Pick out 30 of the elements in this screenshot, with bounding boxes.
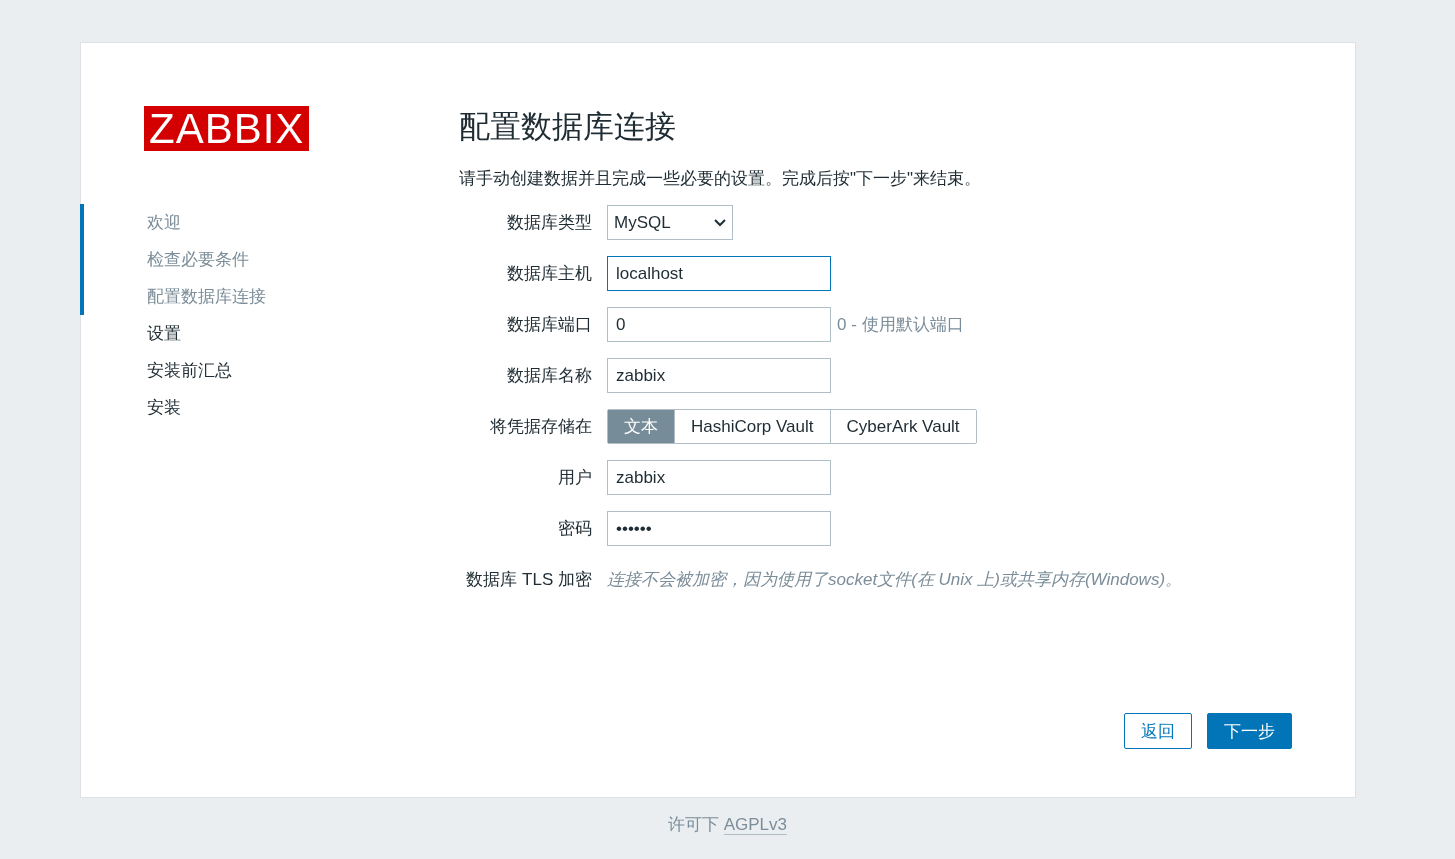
step-item: 检查必要条件: [80, 241, 459, 278]
license-text: 许可下: [667, 815, 720, 834]
field-label: 将凭据存储在: [489, 416, 592, 438]
step-item: 设置: [146, 323, 182, 345]
input-field[interactable]: 0: [607, 307, 831, 342]
field-label: 数据库名称: [506, 365, 592, 387]
step-item: 配置数据库连接: [80, 278, 459, 315]
back-button[interactable]: 返回: [1124, 713, 1192, 749]
step-item: 安装前汇总: [146, 360, 233, 382]
field-label: 数据库 TLS 加密: [465, 569, 592, 591]
description-text: 请手动创建数据并且完成一些必要的设置。完成后按"下一步"来结束。: [459, 168, 983, 190]
field-label: 数据库端口: [506, 314, 592, 336]
field-label: 数据库主机: [506, 263, 592, 285]
field-label: 密码: [557, 518, 592, 540]
input-field[interactable]: localhost: [607, 256, 831, 291]
input-field[interactable]: ••••••: [607, 511, 831, 546]
input-field[interactable]: zabbix: [607, 460, 831, 495]
database-type-select[interactable]: MySQL: [607, 205, 733, 240]
input-field[interactable]: zabbix: [607, 358, 831, 393]
chevron-down-icon: [714, 218, 726, 227]
hint-text: 0 - 使用默认端口: [837, 314, 964, 336]
logo: ZABBIX: [144, 106, 310, 151]
step-item: 欢迎: [80, 204, 459, 241]
step-item: 安装: [146, 397, 182, 419]
page-title: 配置数据库连接: [459, 108, 677, 146]
next-button[interactable]: 下一步: [1207, 713, 1292, 749]
field-label: 数据库类型: [506, 212, 592, 234]
field-label: 用户: [557, 467, 592, 489]
note-text: 连接不会被加密，因为使用了socket文件(在 Unix 上)或共享内存(Windows)。: [607, 569, 1183, 591]
segment-option[interactable]: CyberArk Vault: [829, 410, 976, 443]
